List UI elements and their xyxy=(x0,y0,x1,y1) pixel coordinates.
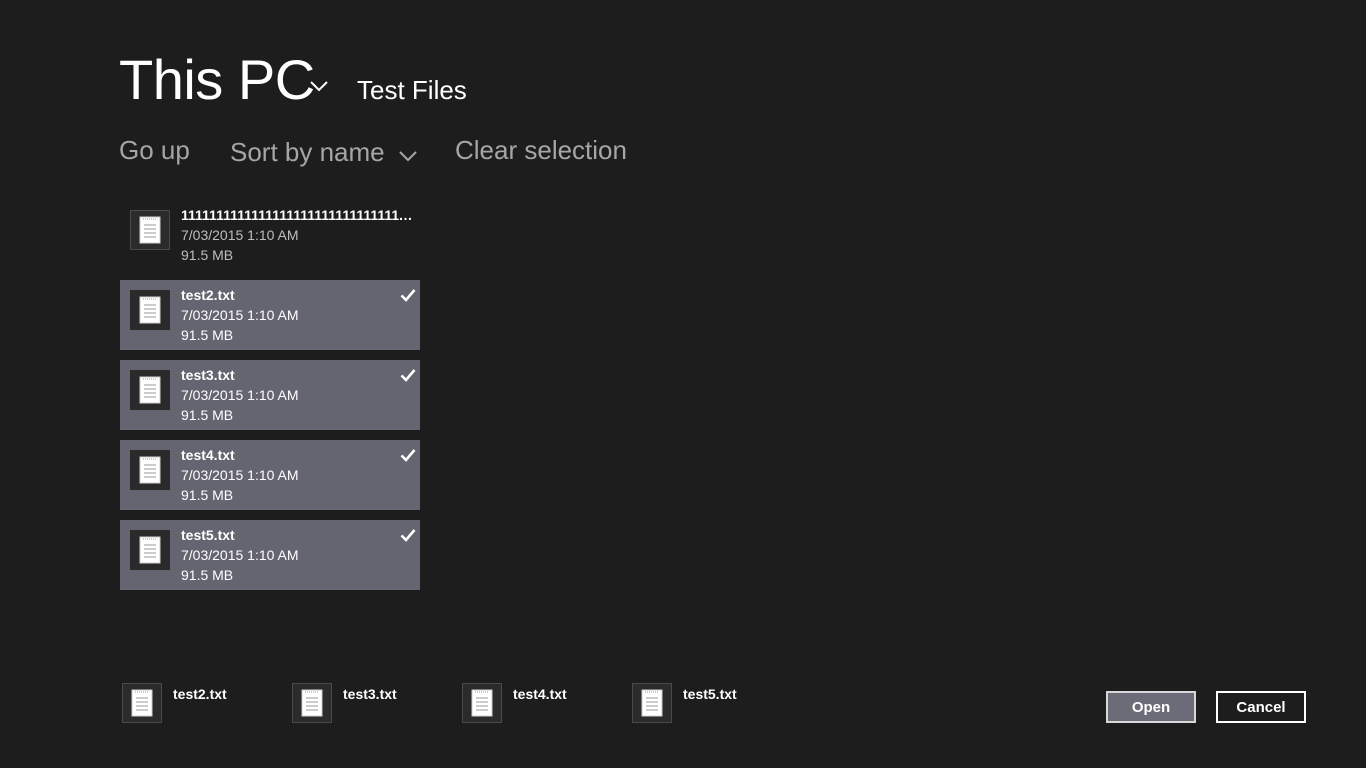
open-button[interactable]: Open xyxy=(1106,691,1196,723)
basket-item-name: test4.txt xyxy=(513,686,567,702)
file-item[interactable]: test4.txt 7/03/2015 1:10 AM 91.5 MB xyxy=(120,440,420,510)
file-date: 7/03/2015 1:10 AM xyxy=(181,307,299,323)
chevron-down-icon xyxy=(398,137,418,171)
text-document-icon xyxy=(462,683,502,723)
file-picker: This PC Test Files Go up Sort by name Cl… xyxy=(0,0,1366,768)
checkmark-icon xyxy=(400,368,416,382)
sort-label: Sort by name xyxy=(230,137,385,167)
file-size: 91.5 MB xyxy=(181,407,234,423)
file-name: test5.txt xyxy=(181,527,235,543)
text-document-icon xyxy=(130,450,170,490)
file-info: 11111111111111111111111111111111111111..… xyxy=(181,205,413,265)
checkmark-icon xyxy=(400,528,416,542)
location-title[interactable]: This PC xyxy=(119,46,315,114)
file-item[interactable]: test5.txt 7/03/2015 1:10 AM 91.5 MB xyxy=(120,520,420,590)
file-info: test3.txt 7/03/2015 1:10 AM 91.5 MB xyxy=(181,365,413,425)
file-name: 11111111111111111111111111111111111111..… xyxy=(181,207,413,223)
checkmark-icon xyxy=(400,448,416,462)
file-item[interactable]: test2.txt 7/03/2015 1:10 AM 91.5 MB xyxy=(120,280,420,350)
folder-name: Test Files xyxy=(357,75,467,105)
file-item[interactable]: 11111111111111111111111111111111111111..… xyxy=(120,200,420,270)
file-name: test2.txt xyxy=(181,287,235,303)
clear-selection-button[interactable]: Clear selection xyxy=(455,133,627,167)
basket-item-name: test5.txt xyxy=(683,686,737,702)
basket-item[interactable]: test4.txt xyxy=(462,683,622,723)
basket-item[interactable]: test2.txt xyxy=(122,683,282,723)
checkmark-icon xyxy=(400,288,416,302)
text-document-icon xyxy=(130,210,170,250)
sort-dropdown[interactable]: Sort by name xyxy=(230,133,418,171)
file-info: test4.txt 7/03/2015 1:10 AM 91.5 MB xyxy=(181,445,413,505)
file-item[interactable]: test3.txt 7/03/2015 1:10 AM 91.5 MB xyxy=(120,360,420,430)
basket-item[interactable]: test3.txt xyxy=(292,683,452,723)
file-date: 7/03/2015 1:10 AM xyxy=(181,467,299,483)
basket-item-name: test2.txt xyxy=(173,686,227,702)
file-size: 91.5 MB xyxy=(181,327,234,343)
file-size: 91.5 MB xyxy=(181,247,234,263)
file-info: test5.txt 7/03/2015 1:10 AM 91.5 MB xyxy=(181,525,413,585)
text-document-icon xyxy=(130,290,170,330)
chevron-down-icon[interactable] xyxy=(306,73,332,99)
text-document-icon xyxy=(292,683,332,723)
file-date: 7/03/2015 1:10 AM xyxy=(181,387,299,403)
text-document-icon xyxy=(632,683,672,723)
basket-item-name: test3.txt xyxy=(343,686,397,702)
file-info: test2.txt 7/03/2015 1:10 AM 91.5 MB xyxy=(181,285,413,345)
file-name: test4.txt xyxy=(181,447,235,463)
file-list: 11111111111111111111111111111111111111..… xyxy=(120,200,420,600)
file-size: 91.5 MB xyxy=(181,487,234,503)
basket-item[interactable]: test5.txt xyxy=(632,683,792,723)
file-size: 91.5 MB xyxy=(181,567,234,583)
text-document-icon xyxy=(122,683,162,723)
cancel-button[interactable]: Cancel xyxy=(1216,691,1306,723)
go-up-button[interactable]: Go up xyxy=(119,133,190,167)
file-date: 7/03/2015 1:10 AM xyxy=(181,227,299,243)
text-document-icon xyxy=(130,370,170,410)
file-date: 7/03/2015 1:10 AM xyxy=(181,547,299,563)
text-document-icon xyxy=(130,530,170,570)
file-name: test3.txt xyxy=(181,367,235,383)
